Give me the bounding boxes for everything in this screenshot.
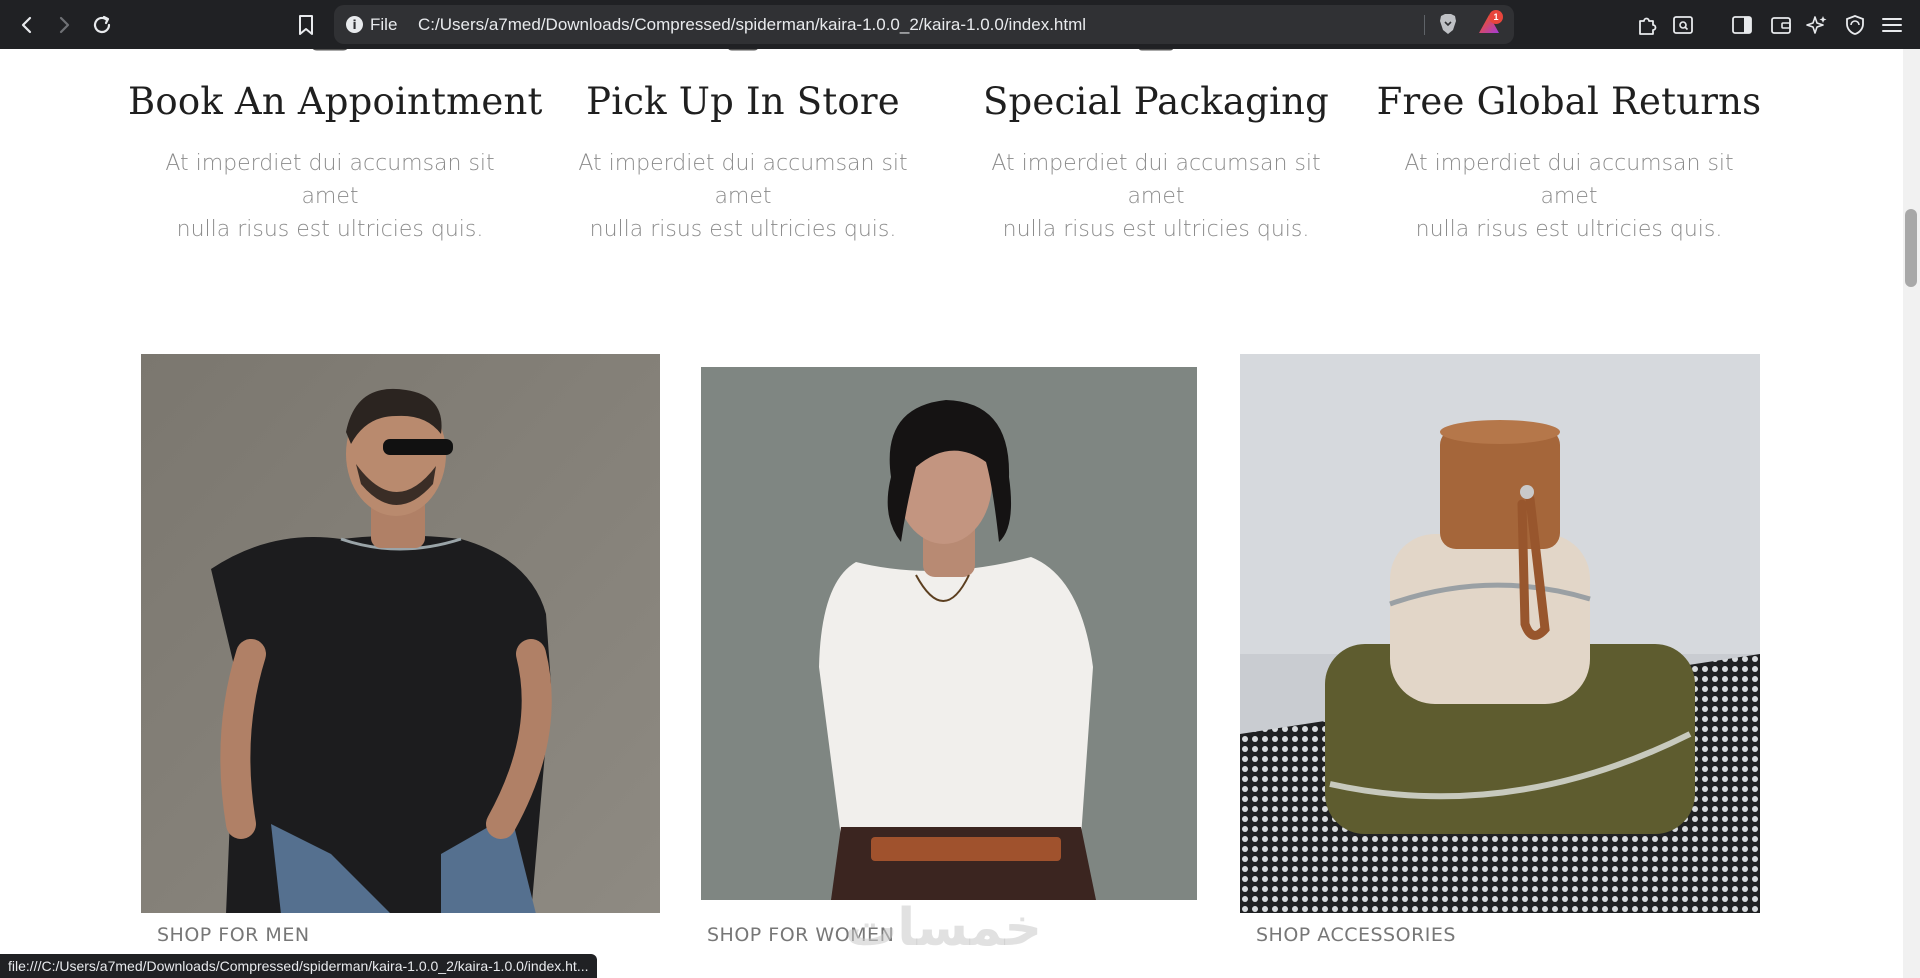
shop-men-image[interactable] bbox=[141, 354, 660, 913]
watermark-logo: خمسات bbox=[845, 898, 1043, 958]
wallet-icon bbox=[1771, 17, 1791, 34]
vpn-button[interactable] bbox=[1842, 12, 1868, 38]
url-scheme-label: File bbox=[370, 15, 398, 34]
leo-ai-button[interactable] bbox=[1804, 12, 1830, 38]
rewards-count-badge: 1 bbox=[1489, 10, 1503, 24]
feature-description-line: nulla risus est ultricies quis. bbox=[176, 217, 484, 242]
search-tab-button[interactable] bbox=[1670, 12, 1696, 38]
back-arrow-icon bbox=[21, 16, 32, 34]
reload-button[interactable] bbox=[88, 12, 116, 38]
feature-title: Book An Appointment bbox=[128, 80, 543, 123]
feature-description-line: nulla risus est ultricies quis. bbox=[589, 217, 897, 242]
feature-description-line: At imperdiet dui accumsan sit amet bbox=[578, 151, 908, 209]
feature-title: Pick Up In Store bbox=[586, 80, 900, 123]
shop-accessories-link[interactable]: SHOP ACCESSORIES bbox=[1256, 924, 1456, 946]
feature-description: At imperdiet dui accumsan sit amet nulla… bbox=[1379, 147, 1759, 246]
woman-photo bbox=[701, 367, 1197, 900]
brave-shields-button[interactable] bbox=[1435, 11, 1461, 37]
page-viewport: Book An Appointment At imperdiet dui acc… bbox=[0, 49, 1903, 978]
forward-button[interactable] bbox=[50, 12, 78, 38]
shop-accessories-image[interactable] bbox=[1240, 354, 1760, 913]
wallet-button[interactable] bbox=[1768, 12, 1794, 38]
gift-icon bbox=[1139, 49, 1173, 51]
menu-button[interactable] bbox=[1879, 12, 1905, 38]
page-scrollbar-track[interactable] bbox=[1903, 49, 1920, 978]
extensions-button[interactable] bbox=[1634, 12, 1660, 38]
feature-description: At imperdiet dui accumsan sit amet nulla… bbox=[140, 147, 520, 246]
shopping-bag-icon bbox=[728, 49, 758, 51]
feature-description: At imperdiet dui accumsan sit amet nulla… bbox=[966, 147, 1346, 246]
sidebar-icon bbox=[1732, 16, 1752, 34]
sidebar-button[interactable] bbox=[1729, 12, 1755, 38]
search-box-icon bbox=[1673, 16, 1693, 34]
feature-description-line: At imperdiet dui accumsan sit amet bbox=[1404, 151, 1734, 209]
feature-description-line: nulla risus est ultricies quis. bbox=[1415, 217, 1723, 242]
brave-lion-icon bbox=[1440, 14, 1456, 34]
bookmark-button[interactable] bbox=[292, 12, 320, 38]
reload-icon bbox=[93, 15, 111, 34]
back-button[interactable] bbox=[13, 12, 41, 38]
omnibox-divider bbox=[1424, 15, 1425, 35]
feature-description-line: nulla risus est ultricies quis. bbox=[1002, 217, 1310, 242]
shop-men-link[interactable]: SHOP FOR MEN bbox=[157, 924, 310, 946]
calendar-icon bbox=[313, 49, 347, 51]
return-arrow-icon bbox=[1549, 49, 1589, 61]
address-bar[interactable]: i File C:/Users/a7med/Downloads/Compress… bbox=[334, 5, 1514, 44]
feature-title: Free Global Returns bbox=[1376, 80, 1762, 123]
feature-description-line: At imperdiet dui accumsan sit amet bbox=[165, 151, 495, 209]
shield-icon bbox=[1846, 15, 1864, 35]
link-status-bubble: file:///C:/Users/a7med/Downloads/Compres… bbox=[0, 954, 597, 978]
feature-title: Special Packaging bbox=[982, 80, 1330, 123]
feature-description: At imperdiet dui accumsan sit amet nulla… bbox=[553, 147, 933, 246]
bookmark-icon bbox=[299, 15, 313, 35]
feature-description-line: At imperdiet dui accumsan sit amet bbox=[991, 151, 1321, 209]
puzzle-icon bbox=[1639, 17, 1657, 35]
leather-cases-photo bbox=[1240, 354, 1760, 913]
sparkle-icon bbox=[1806, 16, 1827, 34]
site-info-icon[interactable]: i bbox=[346, 16, 363, 33]
url-text[interactable]: C:/Users/a7med/Downloads/Compressed/spid… bbox=[418, 15, 1086, 35]
forward-arrow-icon bbox=[59, 16, 70, 34]
page-scrollbar-thumb[interactable] bbox=[1905, 209, 1917, 287]
browser-toolbar: i File C:/Users/a7med/Downloads/Compress… bbox=[0, 0, 1920, 49]
hamburger-menu-icon bbox=[1882, 18, 1902, 32]
shop-women-image[interactable] bbox=[701, 367, 1197, 900]
man-photo bbox=[141, 354, 660, 913]
